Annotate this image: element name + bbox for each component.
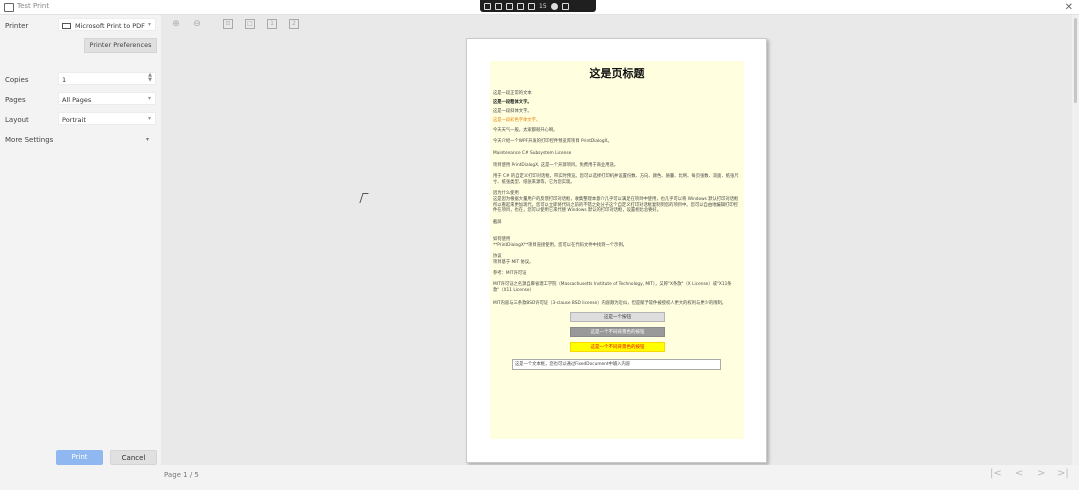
chevron-down-icon: ▾ — [147, 115, 151, 122]
doc-line: MIT许可证之名源自麻省理工学院（Massachusetts Institute… — [493, 282, 732, 293]
chat-icon[interactable] — [506, 2, 513, 10]
cancel-button[interactable]: Cancel — [110, 450, 157, 465]
copies-stepper[interactable]: 1 ▲ ▼ — [58, 72, 156, 85]
first-page-button[interactable]: |< — [990, 468, 1002, 479]
network-icon[interactable] — [528, 2, 535, 10]
print-dialog-window: Test Print ✕ 15 Printer Microsoft Print … — [0, 0, 1079, 490]
doc-button-gray[interactable]: 这是一个不同背景色的按钮 — [570, 327, 665, 337]
printer-select[interactable]: Microsoft Print to PDF ▾ — [58, 18, 156, 31]
window-title: Test Print — [17, 2, 50, 10]
doc-line: 协议 — [493, 254, 502, 259]
single-page-icon[interactable]: 1 — [267, 19, 277, 29]
document-heading: 这是页标题 — [589, 67, 645, 80]
signal-strength: 15 — [539, 2, 547, 10]
monitor-icon[interactable] — [495, 2, 502, 10]
screen-icon[interactable] — [517, 2, 524, 10]
doc-line: MIT内容与三条款BSD许可证（3-clause BSD license）内容颇… — [493, 301, 727, 306]
printer-label: Printer — [5, 22, 29, 30]
settings-panel: Printer Microsoft Print to PDF ▾ Printer… — [0, 15, 161, 490]
chevron-down-icon: ▾ — [147, 95, 151, 102]
previous-page-button[interactable]: < — [1015, 468, 1023, 479]
document-content: 这是页标题 这是一段正常的文本 这是一段粗体文字。 这是一段斜体文字。 这是一段… — [490, 61, 744, 439]
actual-size-icon[interactable]: □ — [245, 19, 255, 29]
doc-button-default[interactable]: 这是一个按钮 — [570, 312, 665, 322]
doc-button-yellow[interactable]: 这是一个不同背景色的按钮 — [570, 342, 665, 352]
doc-line: 项目使用 PrintDialogX, 这是一个开源项目。免费用于商业用途。 — [493, 163, 619, 168]
chevron-down-icon: ▾ — [147, 21, 151, 28]
pages-label: Pages — [5, 96, 26, 104]
doc-line: **PrintDialogX**项目直接使用，您可以在代码文件中找到一个示例。 — [493, 243, 627, 248]
pages-select[interactable]: All Pages ▾ — [58, 92, 156, 105]
preview-scrollbar[interactable] — [1072, 15, 1079, 465]
doc-textbox[interactable]: 这是一个文本框，您也可以通过FixedDocument中输入内容 — [512, 359, 721, 370]
doc-line: 这是因为根据大量用户的反馈打印对话框，收集整理本意介几乎可以满足在项目中使用，也… — [493, 197, 739, 214]
page-indicator: Page 1 / 5 — [164, 471, 199, 479]
layout-label: Layout — [5, 116, 29, 124]
page-preview: 这是页标题 这是一段正常的文本 这是一段粗体文字。 这是一段斜体文字。 这是一段… — [466, 38, 767, 463]
pin-icon[interactable] — [484, 2, 491, 10]
stepper-arrows-icon[interactable]: ▲ ▼ — [148, 73, 152, 83]
print-app-icon — [4, 3, 14, 12]
doc-line: 今天天气一般，太家都很开心啊。 — [493, 128, 558, 133]
doc-line: 今天介绍一个WPF开发的打印控件预览库项目 PrintDialogX。 — [493, 139, 612, 144]
zoom-out-icon[interactable]: ⊖ — [192, 19, 202, 29]
zoom-in-icon[interactable]: ⊕ — [171, 19, 181, 29]
doc-line: 用于 C# 的自定义打印对话框，带实时预览。您可以选择打印机并设置份数、方向、颜… — [493, 174, 739, 185]
printer-icon — [62, 23, 71, 29]
more-settings-toggle[interactable]: More Settings — [5, 136, 53, 144]
layout-select[interactable]: Portrait ▾ — [58, 112, 156, 125]
doc-line: 这是一段粗体文字。 — [493, 100, 532, 105]
doc-line: 如何使用 — [493, 237, 511, 242]
copies-value: 1 — [62, 76, 67, 84]
status-icon — [550, 2, 558, 10]
copies-label: Copies — [5, 76, 29, 84]
remote-close-icon[interactable] — [561, 2, 569, 10]
doc-line: Maintenance C# Subsystem License — [493, 151, 572, 156]
preview-toolbar: ⊕ ⊖ ⊡ □ 1 2 — [161, 15, 1072, 35]
chevron-down-icon[interactable]: ▾ — [146, 136, 149, 143]
doc-line: 这是一段斜体文字。 — [493, 109, 532, 114]
two-page-icon[interactable]: 2 — [289, 19, 299, 29]
layout-value: Portrait — [62, 116, 86, 124]
close-button[interactable]: ✕ — [1065, 0, 1073, 15]
printer-preferences-button[interactable]: Printer Preferences — [84, 38, 157, 53]
remote-session-bar: 15 — [480, 0, 596, 12]
scrollbar-thumb[interactable] — [1074, 18, 1077, 103]
doc-line: 参考：MIT许可证 — [493, 271, 527, 276]
pages-value: All Pages — [62, 96, 92, 104]
doc-line: 因为什么使用 — [493, 191, 519, 196]
doc-line: 这是一段正常的文本 — [493, 91, 532, 96]
page-navigator: Page 1 / 5 |< < > >| — [161, 465, 1079, 490]
next-page-button[interactable]: > — [1037, 468, 1045, 479]
last-page-button[interactable]: >| — [1057, 468, 1069, 479]
doc-line: 这是一段彩色字体文字。 — [493, 118, 541, 123]
fit-page-icon[interactable]: ⊡ — [223, 19, 233, 29]
print-button[interactable]: Print — [56, 450, 103, 465]
doc-line: 截屏 — [493, 220, 502, 225]
doc-line: 项目基于 MIT 协议。 — [493, 260, 534, 265]
printer-value: Microsoft Print to PDF — [75, 22, 145, 30]
